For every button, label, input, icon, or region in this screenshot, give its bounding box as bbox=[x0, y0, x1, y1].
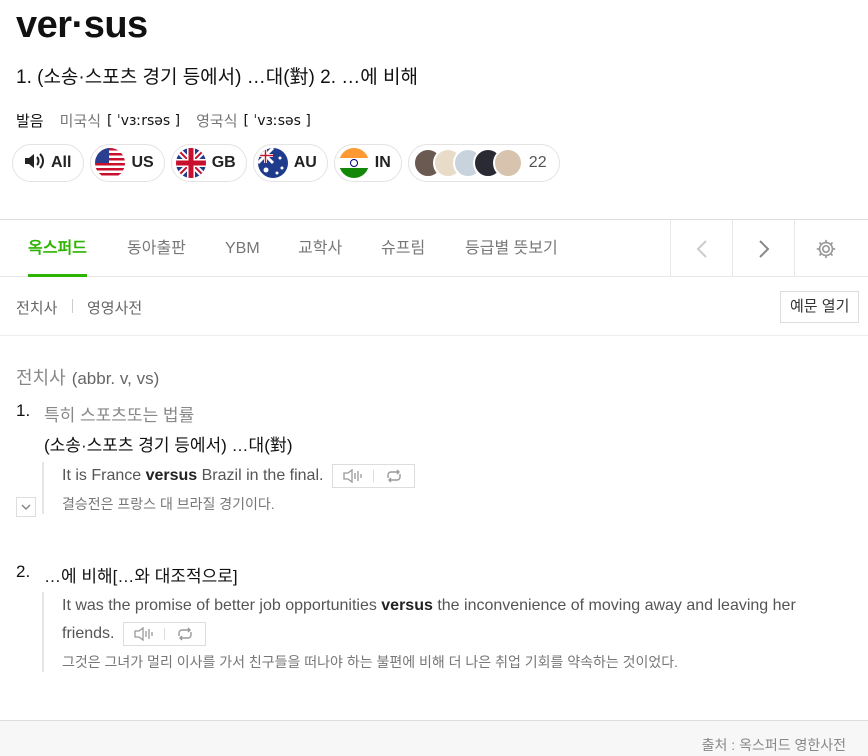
example-block: It was the promise of better job opportu… bbox=[42, 592, 842, 672]
sub-navigation: 전치사 영영사전 예문 열기 bbox=[0, 277, 868, 336]
example-sentence: It was the promise of better job opportu… bbox=[62, 592, 842, 648]
headword-highlight: versus bbox=[381, 597, 433, 614]
user-recordings-button[interactable]: 22 bbox=[407, 144, 560, 182]
uk-ipa: [ ˈvɜːsəs ] bbox=[243, 112, 311, 129]
in-label: IN bbox=[374, 154, 391, 171]
example-block: It is France versus Brazil in the final.… bbox=[42, 462, 842, 514]
sense-number: 2. bbox=[16, 562, 31, 581]
play-all-label: All bbox=[51, 154, 72, 171]
sense-number: 1. bbox=[16, 401, 31, 420]
user-count: 22 bbox=[528, 154, 547, 171]
example-translation: 그것은 그녀가 멀리 이사를 가서 친구들을 떠나야 하는 불편에 비해 더 나… bbox=[62, 654, 679, 670]
gb-label: GB bbox=[211, 154, 236, 171]
play-example-button[interactable] bbox=[333, 465, 373, 487]
headword-highlight: versus bbox=[145, 467, 198, 484]
au-label: AU bbox=[293, 154, 317, 171]
divider bbox=[72, 299, 73, 313]
headword: ver·sus bbox=[16, 4, 148, 46]
tab-ybm[interactable]: YBM bbox=[225, 220, 260, 277]
repeat-icon bbox=[387, 469, 401, 483]
in-flag-icon bbox=[338, 148, 369, 178]
us-flag-icon bbox=[95, 148, 126, 178]
user-avatar bbox=[492, 148, 523, 178]
sense-gloss: 특히 스포츠또는 법률 bbox=[44, 406, 195, 425]
play-example-button[interactable] bbox=[124, 623, 164, 645]
us-accent-label: 미국식 bbox=[59, 113, 102, 130]
tab-level-meaning[interactable]: 등급별 뜻보기 bbox=[465, 220, 558, 277]
example-tools bbox=[331, 463, 415, 488]
speaker-icon bbox=[343, 468, 362, 483]
chevron-left-icon bbox=[696, 239, 707, 258]
uk-accent-label: 영국식 bbox=[196, 113, 238, 130]
speaker-icon bbox=[23, 152, 45, 175]
repeat-example-button[interactable] bbox=[165, 623, 205, 645]
play-in-button[interactable]: IN bbox=[333, 144, 402, 182]
audio-buttons: All US GB AU IN 22 bbox=[12, 144, 560, 182]
chevron-down-icon bbox=[21, 503, 31, 510]
repeat-example-button[interactable] bbox=[374, 465, 414, 487]
speaker-icon bbox=[134, 626, 153, 641]
footer: 출처 : 옥스퍼드 영한사전 bbox=[0, 720, 868, 756]
settings-button[interactable] bbox=[794, 220, 856, 277]
play-all-button[interactable]: All bbox=[12, 144, 85, 182]
us-label: US bbox=[131, 154, 154, 171]
example-translation: 결승전은 프랑스 대 브라질 경기이다. bbox=[62, 496, 275, 512]
gb-flag-icon bbox=[175, 148, 206, 178]
us-ipa: [ ˈvɜːrsəs ] bbox=[107, 112, 181, 129]
example-tools bbox=[122, 621, 206, 646]
tab-supreme[interactable]: 슈프림 bbox=[381, 220, 425, 277]
expand-examples-button[interactable] bbox=[16, 497, 36, 517]
source-credit: 출처 : 옥스퍼드 영한사전 bbox=[701, 737, 846, 753]
play-us-button[interactable]: US bbox=[90, 144, 165, 182]
tab-oxford[interactable]: 옥스퍼드 bbox=[28, 220, 87, 277]
play-au-button[interactable]: AU bbox=[252, 144, 328, 182]
abbreviation: (abbr. v, vs) bbox=[71, 369, 160, 388]
part-of-speech: 전치사 (abbr. v, vs) bbox=[16, 364, 159, 390]
au-flag-icon bbox=[257, 148, 288, 178]
repeat-icon bbox=[178, 627, 192, 641]
chevron-right-icon bbox=[758, 239, 769, 258]
sub-nav-preposition[interactable]: 전치사 bbox=[16, 297, 57, 318]
next-button[interactable] bbox=[732, 220, 794, 277]
example-sentence: It is France versus Brazil in the final. bbox=[62, 462, 842, 490]
pronunciation-label: 발음 bbox=[16, 113, 44, 130]
tab-donga[interactable]: 동아출판 bbox=[127, 220, 186, 277]
gear-icon bbox=[816, 239, 835, 258]
prev-button[interactable] bbox=[670, 220, 732, 277]
play-gb-button[interactable]: GB bbox=[170, 144, 247, 182]
sense-definition: …에 비해[…와 대조적으로] bbox=[44, 567, 238, 586]
dictionary-tabs: 옥스퍼드 동아출판 YBM 교학사 슈프림 등급별 뜻보기 bbox=[0, 219, 868, 277]
sub-nav-english-english[interactable]: 영영사전 bbox=[87, 297, 142, 318]
tab-kyohak[interactable]: 교학사 bbox=[298, 220, 342, 277]
pronunciation-row: 발음 미국식 [ ˈvɜːrsəs ] 영국식 [ ˈvɜːsəs ] bbox=[16, 110, 327, 131]
sense-definition: (소송·스포츠 경기 등에서) …대(對) bbox=[44, 436, 293, 455]
meaning-summary: 1. (소송·스포츠 경기 등에서) …대(對) 2. …에 비해 bbox=[16, 67, 418, 88]
part-of-speech-label: 전치사 bbox=[16, 368, 66, 388]
open-examples-button[interactable]: 예문 열기 bbox=[780, 291, 860, 323]
